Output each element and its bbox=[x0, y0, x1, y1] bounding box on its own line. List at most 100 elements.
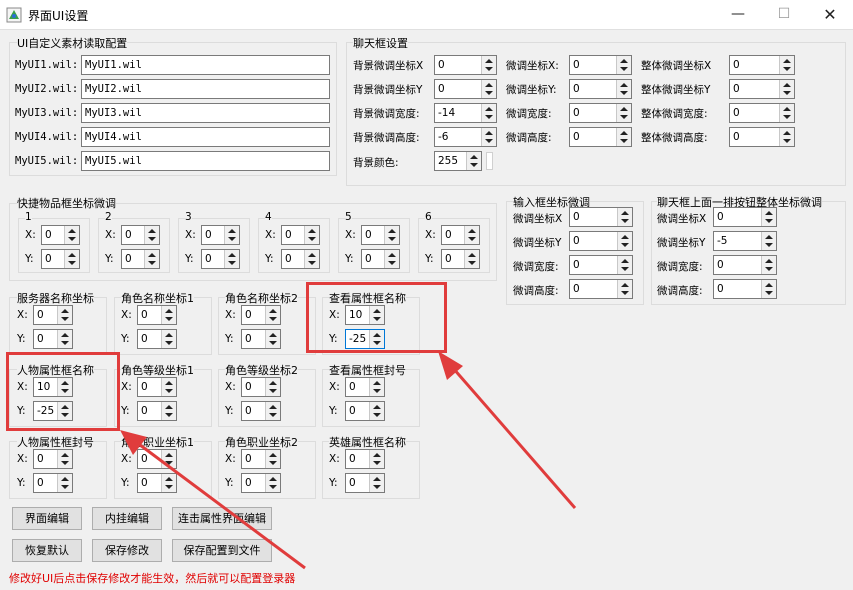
quick-slot-y-spinner[interactable]: 0 bbox=[361, 249, 400, 269]
quick-slot-y-spinner[interactable]: 0 bbox=[201, 249, 240, 269]
spinner-arrows-icon[interactable] bbox=[57, 330, 72, 348]
chat-buttons-spinner[interactable]: 0 bbox=[713, 279, 777, 299]
coord-y-spinner[interactable]: 0 bbox=[345, 473, 385, 493]
quick-slot-y-spinner[interactable]: 0 bbox=[41, 249, 80, 269]
chat-bg-spinner[interactable]: 0 bbox=[434, 79, 497, 99]
chat-buttons-spinner[interactable]: -5 bbox=[713, 231, 777, 251]
input-box-spinner[interactable]: 0 bbox=[569, 207, 633, 227]
spinner-arrows-icon[interactable] bbox=[57, 306, 72, 324]
chat-bg-spinner[interactable]: -6 bbox=[434, 127, 497, 147]
coord-x-spinner[interactable]: 0 bbox=[241, 449, 281, 469]
chat-buttons-spinner[interactable]: 0 bbox=[713, 207, 777, 227]
coord-y-spinner[interactable]: 0 bbox=[33, 329, 73, 349]
coord-y-spinner[interactable]: 0 bbox=[241, 473, 281, 493]
coord-y-spinner[interactable]: 0 bbox=[241, 401, 281, 421]
coord-x-spinner[interactable]: 0 bbox=[33, 449, 73, 469]
spinner-arrows-icon[interactable] bbox=[616, 104, 631, 122]
spinner-arrows-icon[interactable] bbox=[265, 330, 280, 348]
spinner-arrows-icon[interactable] bbox=[265, 378, 280, 396]
spinner-arrows-icon[interactable] bbox=[761, 208, 776, 226]
hit-attr-edit-button[interactable]: 连击属性界面编辑 bbox=[172, 507, 272, 530]
spinner-arrows-icon[interactable] bbox=[761, 232, 776, 250]
coord-y-spinner[interactable]: 0 bbox=[345, 401, 385, 421]
coord-y-spinner[interactable]: 0 bbox=[137, 329, 177, 349]
chat-bg-color-spinner[interactable]: 255 bbox=[434, 151, 482, 171]
coord-y-spinner[interactable]: 0 bbox=[137, 473, 177, 493]
spinner-arrows-icon[interactable] bbox=[779, 128, 794, 146]
spinner-arrows-icon[interactable] bbox=[616, 128, 631, 146]
title-bar[interactable]: 界面UI设置 — ☐ ✕ bbox=[0, 0, 853, 30]
spinner-arrows-icon[interactable] bbox=[64, 226, 79, 244]
quick-slot-x-spinner[interactable]: 0 bbox=[41, 225, 80, 245]
coord-y-spinner[interactable]: 0 bbox=[241, 329, 281, 349]
save-config-file-button[interactable]: 保存配置到文件 bbox=[172, 539, 272, 562]
chat-whole-spinner[interactable]: 0 bbox=[729, 55, 795, 75]
chat-fine-spinner[interactable]: 0 bbox=[569, 103, 632, 123]
quick-slot-y-spinner[interactable]: 0 bbox=[441, 249, 480, 269]
quick-slot-y-spinner[interactable]: 0 bbox=[281, 249, 320, 269]
spinner-arrows-icon[interactable] bbox=[265, 306, 280, 324]
chat-fine-spinner[interactable]: 0 bbox=[569, 79, 632, 99]
chat-bg-spinner[interactable]: 0 bbox=[434, 55, 497, 75]
chat-whole-spinner[interactable]: 0 bbox=[729, 127, 795, 147]
spinner-arrows-icon[interactable] bbox=[779, 80, 794, 98]
spinner-arrows-icon[interactable] bbox=[481, 56, 496, 74]
quick-slot-x-spinner[interactable]: 0 bbox=[361, 225, 400, 245]
ui-row-input[interactable]: MyUI5.wil bbox=[81, 151, 330, 171]
ui-edit-button[interactable]: 界面编辑 bbox=[12, 507, 82, 530]
spinner-arrows-icon[interactable] bbox=[144, 226, 159, 244]
spinner-arrows-icon[interactable] bbox=[161, 474, 176, 492]
save-changes-button[interactable]: 保存修改 bbox=[92, 539, 162, 562]
restore-default-button[interactable]: 恢复默认 bbox=[12, 539, 82, 562]
spinner-arrows-icon[interactable] bbox=[481, 80, 496, 98]
spinner-arrows-icon[interactable] bbox=[617, 232, 632, 250]
spinner-arrows-icon[interactable] bbox=[779, 104, 794, 122]
spinner-arrows-icon[interactable] bbox=[265, 450, 280, 468]
ui-row-input[interactable]: MyUI4.wil bbox=[81, 127, 330, 147]
spinner-arrows-icon[interactable] bbox=[57, 450, 72, 468]
spinner-arrows-icon[interactable] bbox=[161, 402, 176, 420]
spinner-arrows-icon[interactable] bbox=[144, 250, 159, 268]
chat-buttons-spinner[interactable]: 0 bbox=[713, 255, 777, 275]
spinner-arrows-icon[interactable] bbox=[369, 474, 384, 492]
spinner-arrows-icon[interactable] bbox=[161, 330, 176, 348]
spinner-arrows-icon[interactable] bbox=[617, 280, 632, 298]
quick-slot-x-spinner[interactable]: 0 bbox=[281, 225, 320, 245]
spinner-arrows-icon[interactable] bbox=[161, 450, 176, 468]
spinner-arrows-icon[interactable] bbox=[369, 450, 384, 468]
quick-slot-y-spinner[interactable]: 0 bbox=[121, 249, 160, 269]
coord-x-spinner[interactable]: 0 bbox=[33, 305, 73, 325]
input-box-spinner[interactable]: 0 bbox=[569, 279, 633, 299]
coord-x-spinner[interactable]: 0 bbox=[241, 305, 281, 325]
spinner-arrows-icon[interactable] bbox=[384, 250, 399, 268]
chat-bg-spinner[interactable]: -14 bbox=[434, 103, 497, 123]
chat-whole-spinner[interactable]: 0 bbox=[729, 79, 795, 99]
spinner-arrows-icon[interactable] bbox=[616, 80, 631, 98]
spinner-arrows-icon[interactable] bbox=[304, 226, 319, 244]
spinner-arrows-icon[interactable] bbox=[161, 378, 176, 396]
coord-x-spinner[interactable]: 0 bbox=[345, 449, 385, 469]
spinner-arrows-icon[interactable] bbox=[64, 250, 79, 268]
spinner-arrows-icon[interactable] bbox=[616, 56, 631, 74]
ui-row-input[interactable]: MyUI1.wil bbox=[81, 55, 330, 75]
minimize-button[interactable]: — bbox=[715, 0, 761, 30]
spinner-arrows-icon[interactable] bbox=[304, 250, 319, 268]
maximize-button[interactable]: ☐ bbox=[761, 0, 807, 30]
spinner-arrows-icon[interactable] bbox=[779, 56, 794, 74]
spinner-arrows-icon[interactable] bbox=[617, 256, 632, 274]
quick-slot-x-spinner[interactable]: 0 bbox=[201, 225, 240, 245]
input-box-spinner[interactable]: 0 bbox=[569, 255, 633, 275]
spinner-arrows-icon[interactable] bbox=[617, 208, 632, 226]
coord-x-spinner[interactable]: 0 bbox=[345, 377, 385, 397]
spinner-arrows-icon[interactable] bbox=[384, 226, 399, 244]
input-box-spinner[interactable]: 0 bbox=[569, 231, 633, 251]
chat-fine-spinner[interactable]: 0 bbox=[569, 55, 632, 75]
coord-y-spinner[interactable]: 0 bbox=[33, 473, 73, 493]
spinner-arrows-icon[interactable] bbox=[161, 306, 176, 324]
spinner-arrows-icon[interactable] bbox=[466, 152, 481, 170]
spinner-arrows-icon[interactable] bbox=[369, 402, 384, 420]
coord-y-spinner[interactable]: 0 bbox=[137, 401, 177, 421]
chat-whole-spinner[interactable]: 0 bbox=[729, 103, 795, 123]
spinner-arrows-icon[interactable] bbox=[761, 280, 776, 298]
spinner-arrows-icon[interactable] bbox=[265, 402, 280, 420]
